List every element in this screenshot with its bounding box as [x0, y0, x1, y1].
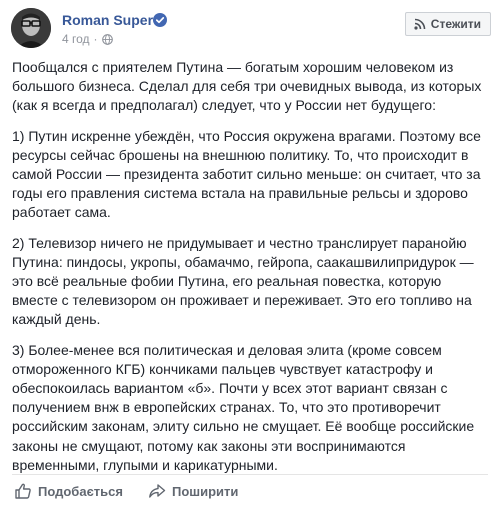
avatar[interactable]	[11, 8, 51, 48]
post-paragraph: Пообщался с приятелем Путина — богатым х…	[12, 59, 482, 114]
share-arrow-icon	[148, 482, 166, 500]
share-label: Поширити	[172, 483, 239, 499]
separator-dot: ·	[93, 32, 98, 46]
post-paragraph: 1) Путин искренне убеждён, что Россия ок…	[12, 127, 481, 221]
follow-button[interactable]: Стежити	[404, 12, 491, 36]
post-meta: 4 год ·	[62, 32, 113, 46]
like-label: Подобається	[38, 483, 123, 499]
thumbs-up-icon	[14, 482, 32, 500]
facebook-post: Roman Super 4 год · Стежити Пообщался с …	[0, 0, 500, 508]
like-button[interactable]: Подобається	[14, 481, 123, 501]
post-body: Пообщался с приятелем Путина — богатым х…	[12, 58, 488, 486]
post-timestamp[interactable]: 4 год	[62, 32, 90, 46]
post-paragraph: 3) Более-менее вся политическая и делова…	[12, 341, 475, 473]
author-name[interactable]: Roman Super	[62, 12, 153, 28]
rss-icon	[414, 18, 426, 30]
share-button[interactable]: Поширити	[148, 481, 238, 501]
actions-divider	[12, 474, 488, 475]
post-header: Roman Super 4 год · Стежити	[11, 8, 491, 50]
post-actions-bar: Подобається Поширити	[0, 474, 500, 508]
post-paragraph: 2) Телевизор ничего не придумывает и чес…	[12, 234, 474, 328]
verified-badge-icon	[153, 13, 167, 27]
globe-icon[interactable]	[101, 33, 113, 45]
follow-label: Стежити	[430, 17, 481, 31]
